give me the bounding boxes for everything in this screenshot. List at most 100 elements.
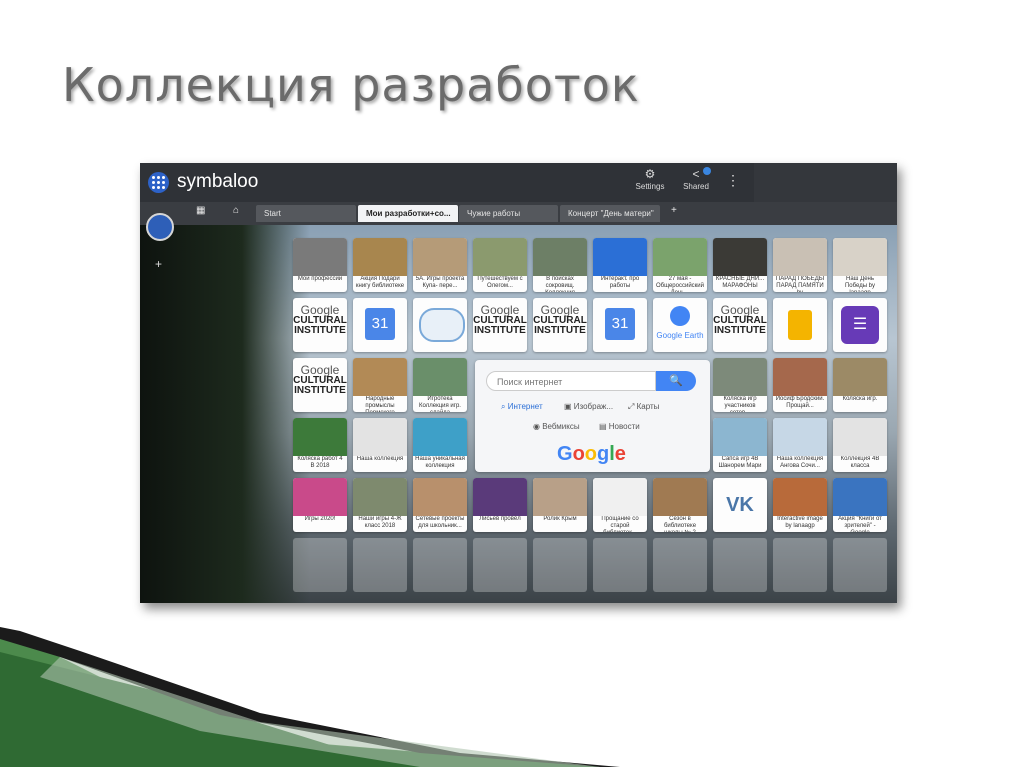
- tile-caption: Лисьев провёл: [479, 516, 521, 522]
- avatar[interactable]: [146, 213, 174, 241]
- tile-google-earth[interactable]: Google Earth: [653, 298, 707, 352]
- tile-caption: КРАСНЫЕ ДНИ... МАРАФОНЫ: [715, 276, 765, 289]
- google-wordmark: Google: [300, 303, 340, 317]
- tile[interactable]: Сетевые проекты для школьник...: [413, 478, 467, 532]
- tile[interactable]: Прощание со старой библиотек...: [593, 478, 647, 532]
- tile[interactable]: Interactive image by lanaagp: [773, 478, 827, 532]
- tile-google-cultural-institute[interactable]: Google CULTURAL INSTITUTE: [473, 298, 527, 352]
- tile[interactable]: Коллекция 4В класса: [833, 418, 887, 472]
- add-webmix-icon[interactable]: +: [155, 257, 162, 271]
- tile[interactable]: Сезон в библиотеке школы № 2: [653, 478, 707, 532]
- tile-caption: Игротека Коллекция игр. слайда: [419, 396, 461, 412]
- tile-caption: ПАРАД ПОБЕДЫ ПАРАД ПАМЯТИ by: [775, 276, 825, 292]
- tile[interactable]: Наш День Победы by lanaagp: [833, 238, 887, 292]
- tile-caption: Коллекция 4В класса: [840, 456, 880, 469]
- tile[interactable]: Наша уникальная коллекция: [413, 418, 467, 472]
- tile[interactable]: В поисках сокровищ. Коллекция: [533, 238, 587, 292]
- tile-caption: 5А. Игры проекта Купа- пере...: [415, 276, 465, 289]
- add-tab-icon[interactable]: +: [671, 205, 677, 216]
- tile[interactable]: Иосиф Бродский. Прощай...: [773, 358, 827, 412]
- tile-cloud[interactable]: [413, 298, 467, 352]
- tab-mothers-day[interactable]: Концерт "День матери": [560, 205, 660, 222]
- tile[interactable]: Ролик Крым: [533, 478, 587, 532]
- tile[interactable]: Коляска игр.: [833, 358, 887, 412]
- tile[interactable]: КРАСНЫЕ ДНИ... МАРАФОНЫ: [713, 238, 767, 292]
- empty-tile[interactable]: [773, 538, 827, 592]
- share-icon: <: [692, 167, 700, 181]
- tile-google-cultural-institute[interactable]: Google CULTURAL INSTITUTE: [293, 298, 347, 352]
- tile[interactable]: Коляска игр участников сетев...: [713, 358, 767, 412]
- empty-tile[interactable]: [473, 538, 527, 592]
- tile[interactable]: Акция "Книги от зрителей" - Google: [833, 478, 887, 532]
- symbaloo-logo-icon[interactable]: [148, 172, 169, 193]
- tile[interactable]: Лисьев провёл: [473, 478, 527, 532]
- tile-caption: Наша коллекция Ангова Сочи...: [776, 456, 824, 469]
- empty-tile[interactable]: [653, 538, 707, 592]
- slides-icon: [788, 310, 812, 340]
- search-input[interactable]: Поиск интернет: [486, 371, 656, 391]
- tile-caption: Акция Подари книгу библиотеке: [355, 276, 405, 289]
- tile[interactable]: ПАРАД ПОБЕДЫ ПАРАД ПАМЯТИ by: [773, 238, 827, 292]
- google-earth-label: Google Earth: [656, 332, 704, 340]
- tile-google-slides[interactable]: [773, 298, 827, 352]
- tile-caption: Наш День Победы by lanaagp: [844, 276, 876, 292]
- tile-google-cultural-institute[interactable]: Google CULTURAL INSTITUTE: [533, 298, 587, 352]
- tile[interactable]: Интеракт. про работы: [593, 238, 647, 292]
- tile-caption: Игры 2020!: [304, 516, 336, 522]
- tab-start[interactable]: Start: [256, 205, 356, 222]
- search-option-news[interactable]: ▤ Новости: [599, 422, 640, 431]
- tile[interactable]: 5А. Игры проекта Купа- пере...: [413, 238, 467, 292]
- tile[interactable]: Игры 2020!: [293, 478, 347, 532]
- search-option-maps[interactable]: ⤢ Карты: [628, 402, 659, 412]
- tile[interactable]: Наша коллекция Ангова Сочи...: [773, 418, 827, 472]
- tile-google-calendar[interactable]: 31: [353, 298, 407, 352]
- empty-tile[interactable]: [833, 538, 887, 592]
- tile-google-cultural-institute[interactable]: Google CULTURAL INSTITUTE: [293, 358, 347, 412]
- tile[interactable]: Путешествуем с Олегом...: [473, 238, 527, 292]
- tile-caption: Акция "Книги от зрителей" - Google: [838, 516, 882, 532]
- tile[interactable]: 27 мая - Общероссийский День...: [653, 238, 707, 292]
- search-option-web[interactable]: ⌕ Интернет: [501, 402, 543, 412]
- tile[interactable]: Наши игры 4-Ж класс 2018: [353, 478, 407, 532]
- search-button[interactable]: 🔍: [656, 371, 696, 391]
- empty-tile[interactable]: [293, 538, 347, 592]
- google-logo: Google: [557, 443, 626, 465]
- tile-caption: Наши игры 4-Ж класс 2018: [358, 516, 402, 529]
- tile[interactable]: Игротека Коллекция игр. слайда: [413, 358, 467, 412]
- tab-others-work[interactable]: Чужие работы: [459, 205, 558, 222]
- grid-icon[interactable]: ▦: [196, 205, 205, 216]
- calendar-icon: 31: [605, 308, 635, 340]
- shared-button[interactable]: < Shared: [673, 167, 719, 197]
- home-icon[interactable]: ⌂: [233, 205, 239, 216]
- tab-my-work[interactable]: Мои разработки+со...: [358, 205, 458, 222]
- tab-bar: ▦ ⌂ Start Мои разработки+со... Чужие раб…: [140, 202, 897, 225]
- empty-tile[interactable]: [353, 538, 407, 592]
- tile-google-cultural-institute[interactable]: Google CULTURAL INSTITUTE: [713, 298, 767, 352]
- settings-button[interactable]: ⚙ Settings: [627, 167, 673, 197]
- tile-google-calendar[interactable]: 31: [593, 298, 647, 352]
- empty-tile[interactable]: [533, 538, 587, 592]
- tile[interactable]: Народные промыслы Пермского: [353, 358, 407, 412]
- tile-caption: Коляска работ 4 В 2018: [297, 456, 343, 469]
- tile-caption: Наша уникальная коллекция: [415, 456, 465, 469]
- symbaloo-screenshot: symbaloo ⚙ Settings < Shared ⋮ ▦ ⌂ Start…: [140, 163, 897, 603]
- tile-caption: Иосиф Бродский. Прощай...: [775, 396, 825, 409]
- search-option-images[interactable]: ▣ Изображ...: [564, 402, 613, 411]
- empty-tile[interactable]: [593, 538, 647, 592]
- shared-label: Shared: [683, 182, 709, 191]
- tile[interactable]: Наша коллекция: [353, 418, 407, 472]
- empty-tile[interactable]: [413, 538, 467, 592]
- tile[interactable]: Акция Подари книгу библиотеке: [353, 238, 407, 292]
- more-menu-icon[interactable]: ⋮: [726, 172, 740, 189]
- background-trees: [140, 225, 310, 603]
- tile[interactable]: Сапса игр 4В Шанорем Мари: [713, 418, 767, 472]
- tile-google-forms[interactable]: ☰: [833, 298, 887, 352]
- empty-tile[interactable]: [713, 538, 767, 592]
- tile-vk[interactable]: VK: [713, 478, 767, 532]
- tile[interactable]: Коляска работ 4 В 2018: [293, 418, 347, 472]
- tile-caption: 27 мая - Общероссийский День...: [655, 276, 704, 292]
- list-icon: ☰: [841, 306, 879, 344]
- tile[interactable]: Мои профессии: [293, 238, 347, 292]
- search-option-webmixes[interactable]: ◉ Вебмиксы: [533, 422, 580, 431]
- top-bar-actions: [754, 163, 897, 202]
